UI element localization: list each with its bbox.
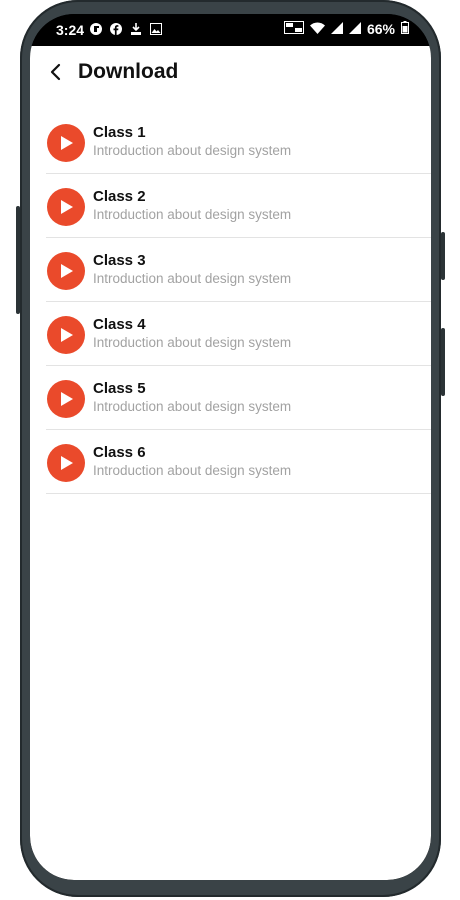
- battery-icon: [401, 21, 409, 37]
- back-button[interactable]: [46, 62, 66, 82]
- facebook-icon: [110, 22, 122, 35]
- vpn-icon: [90, 22, 102, 35]
- play-icon: [61, 136, 73, 150]
- list-item[interactable]: Class 4 Introduction about design system: [46, 302, 431, 366]
- back-arrow-icon: [50, 63, 61, 81]
- class-list: Class 1 Introduction about design system C…: [46, 110, 431, 494]
- class-title: Class 3: [93, 252, 146, 269]
- class-subtitle: Introduction about design system: [93, 463, 292, 478]
- class-subtitle: Introduction about design system: [93, 335, 292, 350]
- class-title: Class 2: [93, 188, 146, 205]
- class-title: Class 6: [93, 444, 146, 461]
- battery-percentage: 66%: [366, 21, 395, 37]
- list-item[interactable]: Class 5 Introduction about design system: [46, 366, 431, 430]
- signal-icon: [348, 21, 361, 37]
- volte-icon: [283, 21, 304, 37]
- play-button[interactable]: [47, 316, 85, 354]
- list-item[interactable]: Class 3 Introduction about design system: [46, 238, 431, 302]
- header: Download: [30, 58, 431, 90]
- wifi-icon: [309, 21, 325, 37]
- page-title: Download: [78, 60, 179, 83]
- play-button[interactable]: [47, 380, 85, 418]
- status-time: 3:24: [56, 22, 85, 38]
- play-icon: [61, 456, 73, 470]
- class-subtitle: Introduction about design system: [93, 207, 292, 222]
- phone-screen: 3:24 66% Download Class 1 Introduction a…: [30, 14, 431, 880]
- class-subtitle: Introduction about design system: [93, 271, 292, 286]
- play-icon: [61, 328, 73, 342]
- play-icon: [61, 264, 73, 278]
- list-item[interactable]: Class 6 Introduction about design system: [46, 430, 431, 494]
- play-icon: [61, 200, 73, 214]
- side-button-left: [16, 206, 20, 314]
- play-button[interactable]: [47, 444, 85, 482]
- play-icon: [61, 392, 73, 406]
- list-item[interactable]: Class 1 Introduction about design system: [46, 110, 431, 174]
- download-notification-icon: [130, 22, 142, 35]
- side-button-right-bottom: [441, 328, 445, 396]
- class-title: Class 5: [93, 380, 146, 397]
- image-icon: [150, 22, 162, 35]
- download-screen: Download Class 1 Introduction about desig…: [30, 46, 431, 880]
- signal-icon: [330, 21, 343, 37]
- play-button[interactable]: [47, 188, 85, 226]
- status-icons-right: 66%: [283, 21, 409, 37]
- play-button[interactable]: [47, 124, 85, 162]
- class-title: Class 1: [93, 124, 146, 141]
- status-icons-left: [90, 22, 162, 35]
- status-bar: 3:24 66%: [30, 14, 431, 46]
- list-item[interactable]: Class 2 Introduction about design system: [46, 174, 431, 238]
- class-subtitle: Introduction about design system: [93, 143, 292, 158]
- side-button-right-top: [441, 232, 445, 280]
- class-subtitle: Introduction about design system: [93, 399, 292, 414]
- play-button[interactable]: [47, 252, 85, 290]
- class-title: Class 4: [93, 316, 146, 333]
